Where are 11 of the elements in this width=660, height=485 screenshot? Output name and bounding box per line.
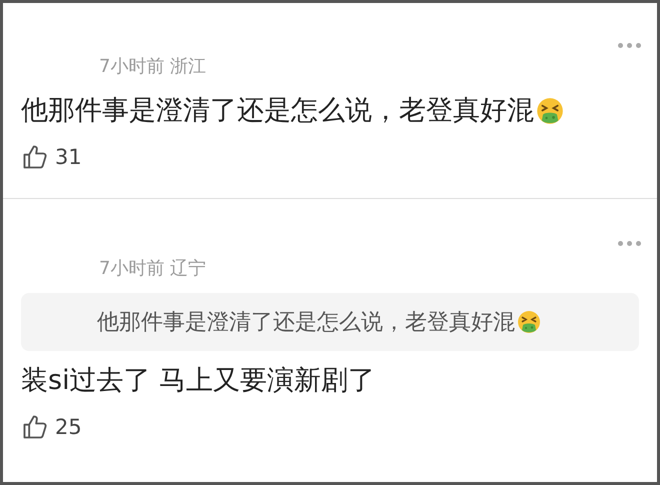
thumbs-up-icon: [21, 143, 49, 171]
like-button[interactable]: 25: [21, 413, 82, 441]
quote-text: 他那件事是澄清了还是怎么说，老登真好混: [97, 309, 515, 337]
comment-text: 他那件事是澄清了还是怎么说，老登真好混: [21, 94, 534, 128]
more-button[interactable]: [616, 41, 643, 50]
comment-meta: 7小时前 浙江: [99, 55, 206, 79]
comment-meta: 7小时前 辽宁: [99, 257, 206, 281]
more-button[interactable]: [616, 239, 643, 248]
comment-text: 装si过去了 马上又要演新剧了: [21, 364, 376, 398]
like-button[interactable]: 31: [21, 143, 82, 171]
thumbs-up-icon: [21, 413, 49, 441]
